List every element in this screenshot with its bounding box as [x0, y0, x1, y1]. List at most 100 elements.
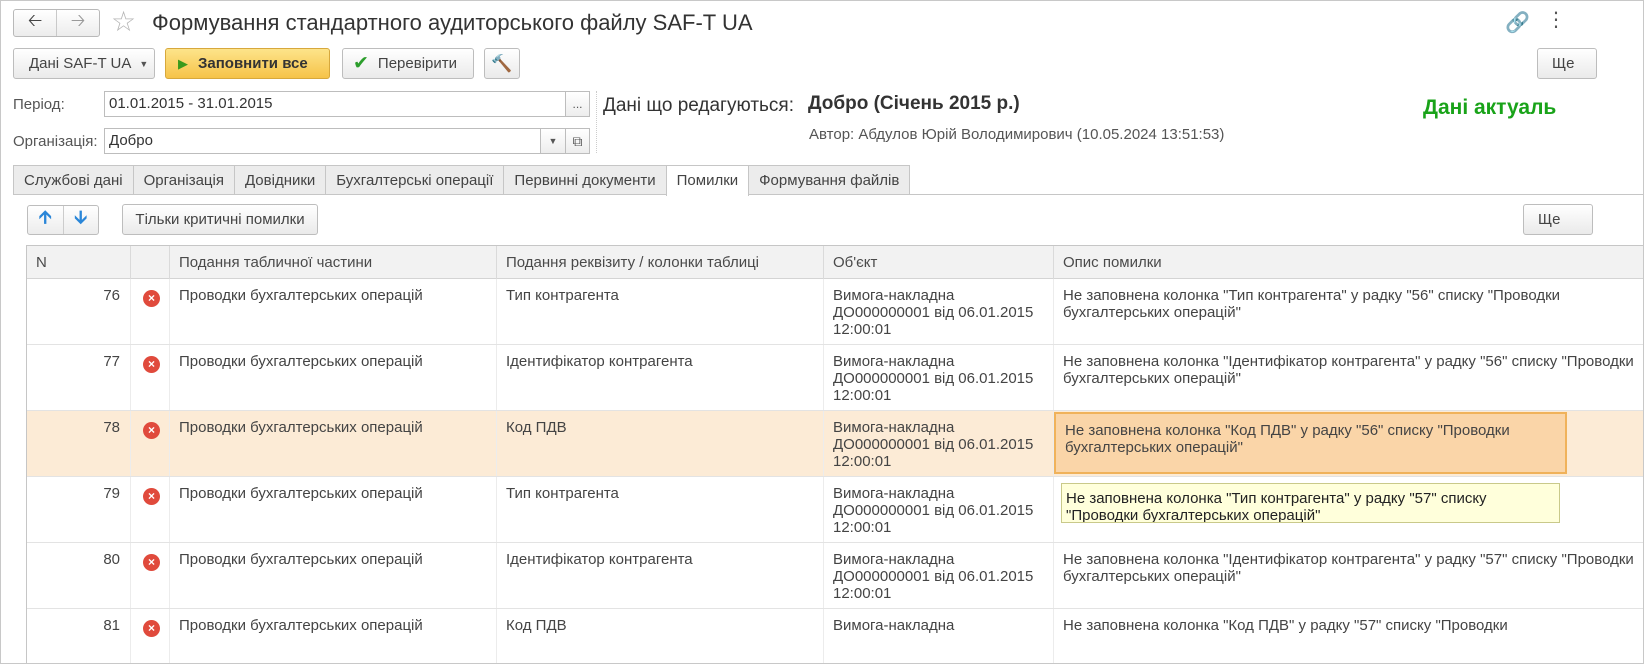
- table-more-button[interactable]: Ще: [1523, 204, 1593, 235]
- table-part-cell: Проводки бухгалтерських операцій: [170, 279, 497, 344]
- tools-button[interactable]: 🔨: [484, 48, 520, 79]
- object-cell: Вимога-накладна ДО000000001 від 06.01.20…: [824, 411, 1054, 476]
- saft-data-label: Дані SAF-T UA: [29, 55, 132, 72]
- object-cell: Вимога-накладна ДО000000001 від 06.01.20…: [824, 543, 1054, 608]
- tab-1[interactable]: Організація: [132, 165, 235, 195]
- row-number: 79: [27, 477, 131, 542]
- favorite-star-icon[interactable]: ☆: [111, 7, 136, 37]
- table-header: N Подання табличної частини Подання реквіз…: [27, 246, 1643, 279]
- error-description-cell: Не заповнена колонка "Ідентифікатор конт…: [1054, 543, 1643, 608]
- critical-errors-only-button[interactable]: Тільки критичні помилки: [122, 204, 318, 235]
- row-number: 78: [27, 411, 131, 476]
- attribute-cell: Тип контрагента: [497, 477, 824, 542]
- table-part-cell: Проводки бухгалтерських операцій: [170, 345, 497, 410]
- tools-icon: 🔨: [491, 53, 513, 73]
- tab-0[interactable]: Службові дані: [13, 165, 134, 195]
- object-cell: Вимога-накладна ДО000000001 від 06.01.20…: [824, 279, 1054, 344]
- divider: [596, 91, 597, 153]
- attribute-cell: Тип контрагента: [497, 279, 824, 344]
- checkmark-icon: ✔: [353, 53, 369, 74]
- error-description-cell: Не заповнена колонка "Код ПДВ" у радку "…: [1054, 412, 1567, 474]
- navigation-buttons: 🡠 🡢: [13, 9, 100, 37]
- window: 🡠 🡢 ☆ Формування стандартного аудиторськ…: [0, 0, 1644, 664]
- more-label: Ще: [1552, 55, 1575, 72]
- error-icon: ×: [143, 620, 160, 637]
- editing-data-value: Добро (Січень 2015 р.): [808, 93, 1020, 114]
- tab-2[interactable]: Довідники: [233, 165, 327, 195]
- organization-input[interactable]: Добро: [104, 128, 541, 154]
- saft-data-dropdown-button[interactable]: Дані SAF-T UA ▼: [13, 48, 155, 79]
- open-window-icon: ⧉: [572, 132, 583, 149]
- fill-all-button[interactable]: ▶ Заповнити все: [165, 48, 330, 79]
- table-row[interactable]: 79 × Проводки бухгалтерських операцій Тип к…: [27, 477, 1643, 543]
- table-part-cell: Проводки бухгалтерських операцій: [170, 543, 497, 608]
- error-icon: ×: [143, 554, 160, 571]
- table-row[interactable]: 81 × Проводки бухгалтерських операцій Код П…: [27, 609, 1643, 663]
- editing-data-label: Дані що редагуються:: [603, 95, 794, 116]
- error-description-cell: Не заповнена колонка "Ідентифікатор конт…: [1054, 345, 1643, 410]
- chevron-down-icon: ▼: [548, 136, 558, 146]
- more-button[interactable]: Ще: [1537, 48, 1597, 79]
- object-cell: Вимога-накладна ДО000000001 від 06.01.20…: [824, 477, 1054, 542]
- period-label: Період:: [13, 96, 65, 113]
- period-select-button[interactable]: ...: [565, 91, 590, 117]
- arrow-down-icon[interactable]: 🡫: [62, 206, 99, 234]
- period-input[interactable]: 01.01.2015 - 31.01.2015: [104, 91, 566, 117]
- table-row[interactable]: 80 × Проводки бухгалтерських операцій Ідент…: [27, 543, 1643, 609]
- row-number: 81: [27, 609, 131, 663]
- row-status-cell: ×: [131, 411, 170, 476]
- row-status-cell: ×: [131, 543, 170, 608]
- object-cell: Вимога-накладна ДО000000001 від 06.01.20…: [824, 345, 1054, 410]
- play-icon: ▶: [178, 55, 188, 71]
- attribute-cell: Ідентифікатор контрагента: [497, 345, 824, 410]
- attribute-cell: Код ПДВ: [497, 609, 824, 663]
- check-button[interactable]: ✔ Перевірити: [342, 48, 474, 79]
- arrow-up-icon[interactable]: 🡩: [28, 206, 63, 234]
- author-info: Автор: Абдулов Юрій Володимирович (10.05…: [809, 126, 1225, 143]
- column-header-0[interactable]: N: [27, 246, 131, 279]
- tab-4[interactable]: Первинні документи: [503, 165, 667, 195]
- organization-open-button[interactable]: ⧉: [565, 128, 590, 154]
- move-buttons: 🡩 🡫: [27, 205, 99, 235]
- table-row[interactable]: 76 × Проводки бухгалтерських операцій Тип к…: [27, 279, 1643, 345]
- error-icon: ×: [143, 290, 160, 307]
- error-description-cell: Не заповнена колонка "Код ПДВ" у радку "…: [1054, 609, 1643, 663]
- row-number: 80: [27, 543, 131, 608]
- row-number: 77: [27, 345, 131, 410]
- column-header-3[interactable]: Подання реквізиту / колонки таблиці: [497, 246, 824, 279]
- row-status-cell: ×: [131, 345, 170, 410]
- organization-dropdown-button[interactable]: ▼: [540, 128, 566, 154]
- tab-6[interactable]: Формування файлів: [748, 165, 911, 195]
- row-status-cell: ×: [131, 279, 170, 344]
- attribute-cell: Ідентифікатор контрагента: [497, 543, 824, 608]
- column-header-2[interactable]: Подання табличної частини: [170, 246, 497, 279]
- tab-divider: [13, 194, 1643, 195]
- organization-label: Організація:: [13, 133, 98, 150]
- error-icon: ×: [143, 488, 160, 505]
- error-description-tooltip: Не заповнена колонка "Тип контрагента" у…: [1061, 483, 1560, 523]
- back-arrow-icon[interactable]: 🡠: [14, 10, 56, 36]
- error-icon: ×: [143, 422, 160, 439]
- attribute-cell: Код ПДВ: [497, 411, 824, 476]
- link-icon[interactable]: 🔗: [1505, 10, 1530, 35]
- table-part-cell: Проводки бухгалтерських операцій: [170, 609, 497, 663]
- check-label: Перевірити: [377, 55, 458, 72]
- chevron-down-icon: ▼: [139, 58, 149, 69]
- row-status-cell: ×: [131, 477, 170, 542]
- tab-5[interactable]: Помилки: [665, 165, 750, 196]
- table-row[interactable]: 77 × Проводки бухгалтерських операцій Ідент…: [27, 345, 1643, 411]
- column-header-5[interactable]: Опис помилки: [1054, 246, 1643, 279]
- forward-arrow-icon[interactable]: 🡢: [56, 10, 99, 36]
- column-header-4[interactable]: Об'єкт: [824, 246, 1054, 279]
- table-more-label: Ще: [1538, 211, 1561, 228]
- fill-all-label: Заповнити все: [198, 55, 308, 72]
- row-status-cell: ×: [131, 609, 170, 663]
- column-header-1[interactable]: [131, 246, 170, 279]
- error-icon: ×: [143, 356, 160, 373]
- tab-3[interactable]: Бухгалтерські операції: [325, 165, 505, 195]
- table-row[interactable]: 78 × Проводки бухгалтерських операцій Код П…: [27, 411, 1643, 477]
- object-cell: Вимога-накладна: [824, 609, 1054, 663]
- tab-bar: Службові дані Організація Довідники Бухгалт…: [13, 165, 911, 196]
- page-title: Формування стандартного аудиторського фа…: [152, 10, 753, 35]
- more-vertical-icon[interactable]: ⋮: [1546, 9, 1566, 31]
